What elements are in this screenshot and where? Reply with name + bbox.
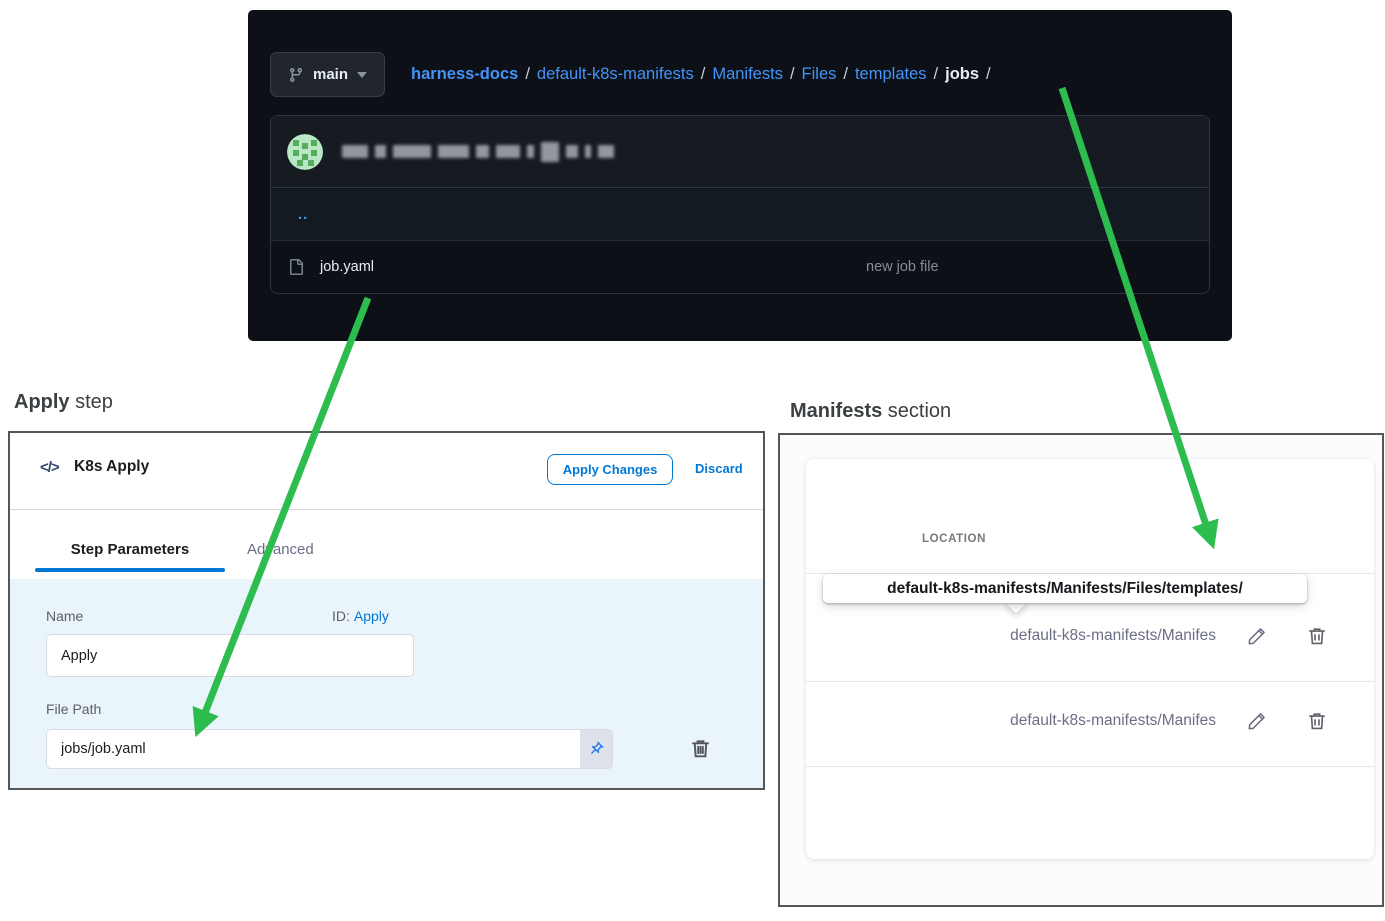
breadcrumb-link[interactable]: Files [802, 65, 837, 83]
parent-directory-link[interactable]: .. [298, 206, 308, 223]
breadcrumb-link[interactable]: default-k8s-manifests [537, 65, 694, 83]
edit-manifest-button[interactable] [1246, 710, 1268, 737]
latest-commit-row [271, 116, 1209, 188]
table-divider [806, 766, 1374, 767]
edit-pencil-icon [1246, 625, 1268, 647]
step-parameters-form: Name ID:Apply File Path [10, 579, 763, 788]
delete-file-path-button[interactable] [689, 737, 712, 765]
breadcrumb-separator: / [934, 65, 939, 83]
active-tab-underline [35, 568, 225, 572]
tab-advanced[interactable]: Advanced [247, 541, 314, 558]
edit-manifest-button[interactable] [1246, 625, 1268, 652]
id-label: ID: [332, 608, 350, 624]
file-commit-message-link[interactable]: new job file [866, 259, 939, 275]
github-file-browser: main harness-docs / default-k8s-manifests /… [248, 10, 1232, 341]
git-branch-icon [288, 67, 304, 83]
file-path-field-group [46, 729, 613, 769]
screenshot-stage: main harness-docs/default-k8s-manifests/… [0, 0, 1385, 921]
delete-manifest-button[interactable] [1306, 625, 1328, 652]
manifests-section-heading: Manifests section [790, 400, 951, 423]
trash-icon [1306, 625, 1328, 647]
manifest-location-text[interactable]: default-k8s-manifests/Manifes [1010, 712, 1216, 730]
branch-selector-button[interactable]: main [270, 52, 385, 97]
table-divider [806, 681, 1374, 682]
edit-pencil-icon [1246, 710, 1268, 732]
file-path-field[interactable] [46, 729, 580, 769]
apply-changes-button[interactable]: Apply Changes [547, 454, 673, 485]
name-field[interactable] [46, 634, 414, 677]
manifests-section-panel: LOCATION default-k8s-manifests/Manifes [778, 433, 1384, 907]
step-id: ID:Apply [332, 608, 389, 624]
name-label: Name [46, 608, 83, 624]
tab-step-parameters[interactable]: Step Parameters [35, 541, 225, 558]
delete-manifest-button[interactable] [1306, 710, 1328, 737]
location-tooltip: default-k8s-manifests/Manifests/Files/te… [823, 574, 1307, 603]
parent-directory-row[interactable]: .. [271, 188, 1209, 241]
commit-message-redacted [342, 142, 614, 162]
github-topbar: main harness-docs / default-k8s-manifests /… [270, 47, 1212, 102]
step-title: K8s Apply [74, 458, 149, 476]
breadcrumb-separator: / [843, 65, 848, 83]
pin-icon [585, 738, 608, 761]
file-row[interactable]: job.yaml new job file [271, 241, 1209, 293]
trash-icon [1306, 710, 1328, 732]
breadcrumb: harness-docs / default-k8s-manifests / Manif… [411, 65, 998, 84]
runtime-input-pin-button[interactable] [580, 729, 613, 769]
file-table: .. job.yaml new job file [270, 115, 1210, 294]
file-icon [288, 259, 304, 275]
manifest-location-text[interactable]: default-k8s-manifests/Manifes [1010, 627, 1216, 645]
manifests-table-card: LOCATION default-k8s-manifests/Manifes [806, 459, 1374, 859]
breadcrumb-separator: / [790, 65, 795, 83]
k8s-apply-step-panel: </> K8s Apply Apply Changes Discard Step… [8, 431, 765, 790]
trash-icon [689, 737, 712, 760]
apply-step-heading: Apply step [14, 391, 113, 414]
breadcrumb-repo-link[interactable]: harness-docs [411, 65, 518, 83]
breadcrumb-current: jobs [945, 65, 979, 83]
identicon [287, 134, 323, 170]
file-name-link[interactable]: job.yaml [320, 259, 374, 275]
discard-button[interactable]: Discard [695, 461, 743, 476]
breadcrumb-link[interactable]: templates [855, 65, 927, 83]
code-icon: </> [40, 459, 59, 476]
branch-name: main [313, 66, 348, 83]
avatar[interactable] [287, 134, 323, 170]
location-column-header: LOCATION [922, 533, 986, 545]
breadcrumb-separator: / [525, 65, 530, 83]
file-path-label: File Path [46, 701, 101, 717]
breadcrumb-separator: / [986, 65, 991, 83]
breadcrumb-link[interactable]: Manifests [712, 65, 783, 83]
chevron-down-icon [357, 72, 367, 78]
header-divider [10, 509, 763, 510]
breadcrumb-separator: / [701, 65, 706, 83]
id-value-link[interactable]: Apply [354, 608, 389, 624]
